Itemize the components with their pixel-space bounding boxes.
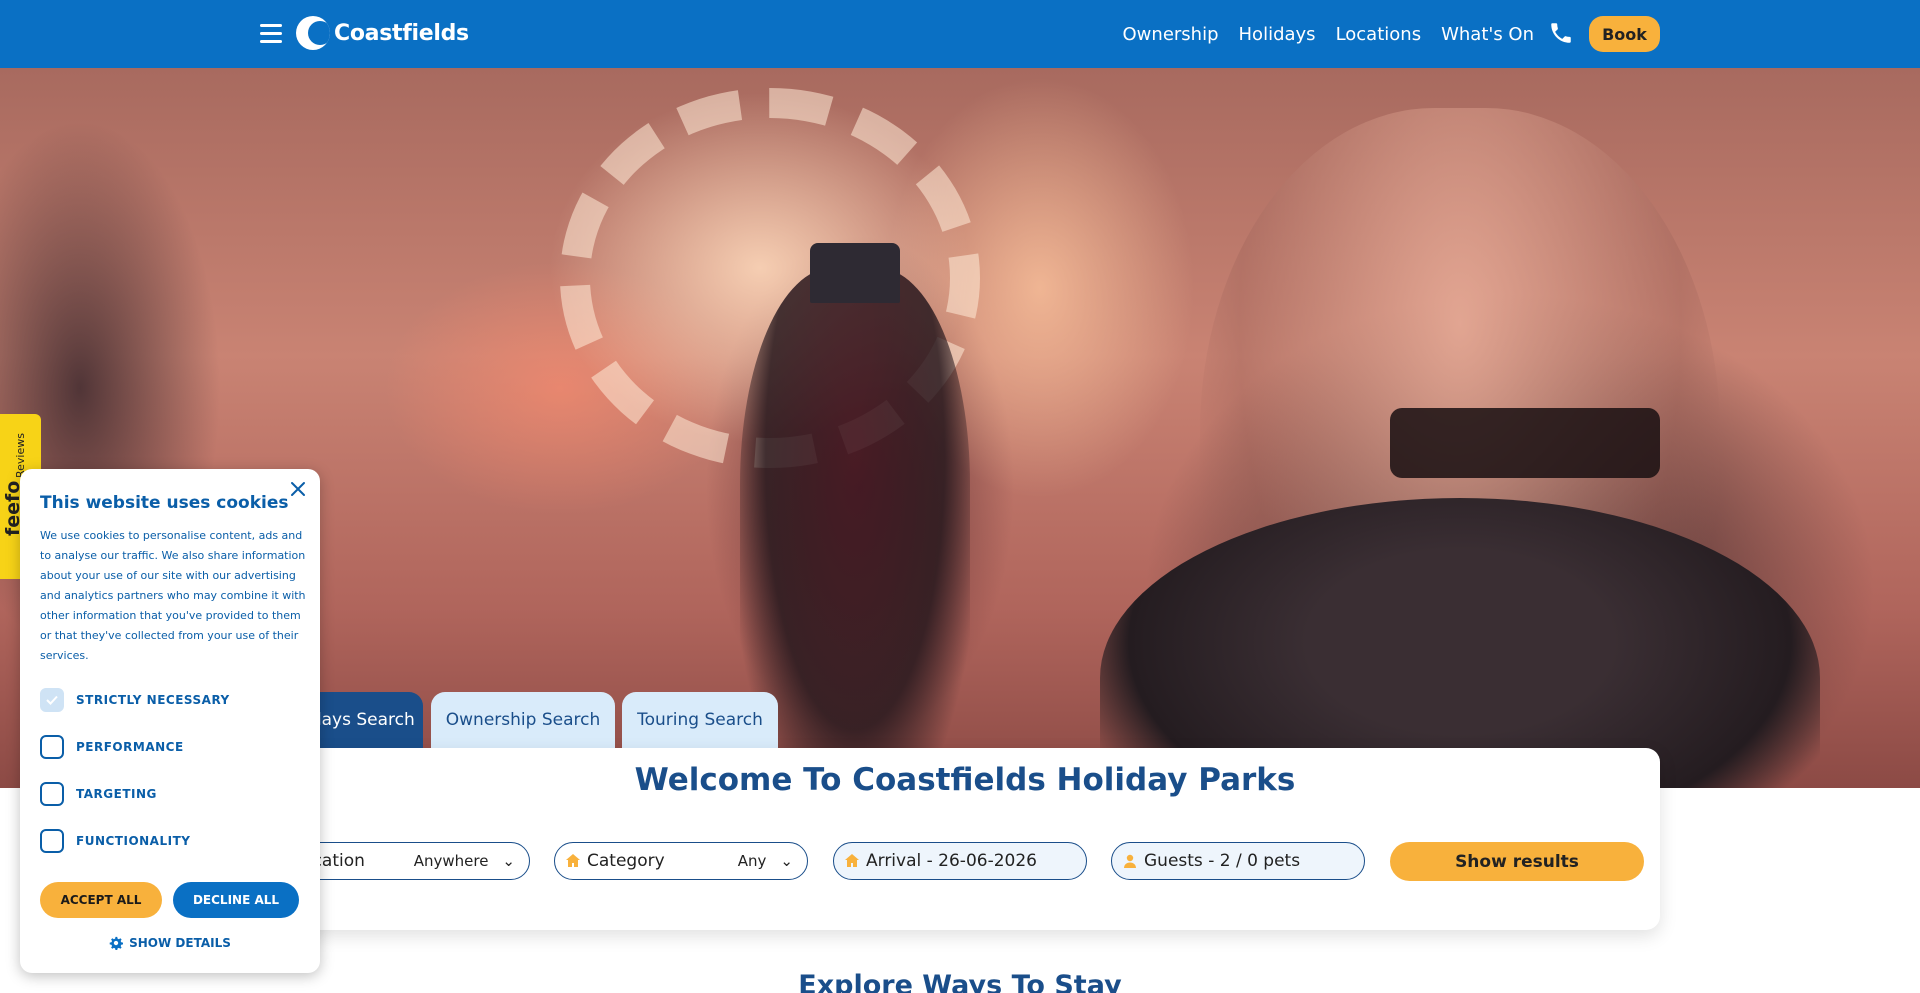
location-value: Anywhere bbox=[413, 852, 489, 870]
cookie-option-strictly-necessary[interactable]: STRICTLY NECESSARY bbox=[40, 688, 230, 712]
checkbox-icon bbox=[40, 782, 64, 806]
show-details-link[interactable]: SHOW DETAILS bbox=[20, 936, 320, 950]
nav-holidays[interactable]: Holidays bbox=[1239, 24, 1316, 45]
cookie-option-label: PERFORMANCE bbox=[76, 740, 184, 754]
site-header: Coastfields Ownership Holidays Locations… bbox=[0, 0, 1920, 68]
cookie-option-label: TARGETING bbox=[76, 787, 157, 801]
home-icon bbox=[566, 854, 580, 867]
category-label: Category bbox=[587, 851, 665, 871]
site-logo[interactable]: Coastfields bbox=[296, 16, 469, 50]
nav-locations[interactable]: Locations bbox=[1336, 24, 1422, 45]
menu-icon[interactable] bbox=[260, 24, 282, 44]
checkbox-icon bbox=[40, 735, 64, 759]
cookie-option-functionality[interactable]: FUNCTIONALITY bbox=[40, 829, 190, 853]
chevron-down-icon: ⌄ bbox=[502, 852, 515, 870]
cookie-option-label: FUNCTIONALITY bbox=[76, 834, 191, 848]
person-icon bbox=[1124, 854, 1136, 868]
show-details-label: SHOW DETAILS bbox=[129, 936, 231, 950]
checkbox-icon bbox=[40, 829, 64, 853]
book-button[interactable]: Book bbox=[1589, 16, 1660, 52]
category-select[interactable]: Category Any ⌄ bbox=[554, 842, 808, 880]
arrival-date-field[interactable]: Arrival - 26-06-2026 bbox=[833, 842, 1087, 880]
cookie-body: We use cookies to personalise content, a… bbox=[40, 529, 306, 662]
guests-field[interactable]: Guests - 2 / 0 pets bbox=[1111, 842, 1365, 880]
explore-heading: Explore Ways To Stay bbox=[798, 970, 1122, 993]
logo-mark-icon bbox=[296, 16, 330, 50]
search-panel: Welcome To Coastfields Holiday Parks Loc… bbox=[260, 748, 1660, 930]
gear-icon bbox=[109, 936, 124, 950]
cookie-title: This website uses cookies bbox=[40, 493, 289, 513]
checkbox-checked-icon bbox=[40, 688, 64, 712]
show-results-button[interactable]: Show results bbox=[1390, 842, 1644, 881]
guests-value: Guests - 2 / 0 pets bbox=[1144, 851, 1301, 871]
tab-touring-search[interactable]: Touring Search bbox=[622, 692, 778, 748]
tab-ownership-search[interactable]: Ownership Search bbox=[431, 692, 615, 748]
close-icon[interactable] bbox=[290, 481, 306, 497]
cookie-option-label: STRICTLY NECESSARY bbox=[76, 693, 230, 707]
phone-icon[interactable] bbox=[1548, 20, 1574, 46]
home-icon bbox=[845, 854, 859, 867]
page-title: Welcome To Coastfields Holiday Parks bbox=[634, 762, 1296, 798]
category-value: Any bbox=[737, 852, 767, 870]
arrival-value: Arrival - 26-06-2026 bbox=[866, 851, 1037, 871]
cookie-option-targeting[interactable]: TARGETING bbox=[40, 782, 157, 806]
nav-ownership[interactable]: Ownership bbox=[1123, 24, 1219, 45]
accept-all-button[interactable]: ACCEPT ALL bbox=[40, 882, 162, 918]
decline-all-button[interactable]: DECLINE ALL bbox=[173, 882, 299, 918]
chevron-down-icon: ⌄ bbox=[780, 852, 793, 870]
cookie-consent-dialog: This website uses cookies We use cookies… bbox=[20, 469, 320, 973]
cookie-option-performance[interactable]: PERFORMANCE bbox=[40, 735, 184, 759]
logo-text: Coastfields bbox=[334, 20, 469, 46]
nav-whats-on[interactable]: What's On bbox=[1441, 24, 1534, 45]
main-nav: Ownership Holidays Locations What's On bbox=[1123, 24, 1534, 45]
